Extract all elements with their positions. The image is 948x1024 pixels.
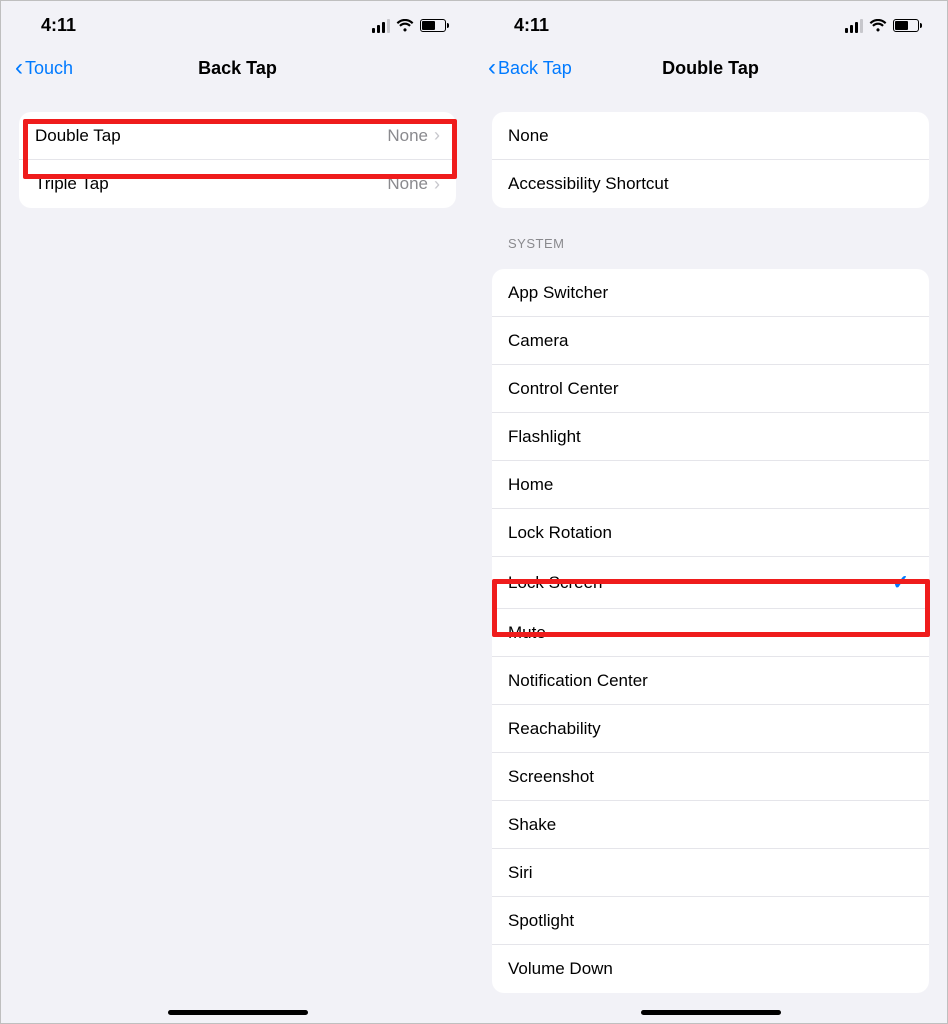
back-label: Touch (25, 58, 73, 79)
back-label: Back Tap (498, 58, 572, 79)
section-header-system: System (508, 236, 929, 251)
battery-icon (893, 19, 919, 32)
row-system-option[interactable]: App Switcher (492, 269, 929, 317)
status-bar: 4:11 (474, 1, 947, 44)
row-label: Spotlight (508, 911, 913, 931)
row-system-option[interactable]: Lock Rotation (492, 509, 929, 557)
row-system-option[interactable]: Screenshot (492, 753, 929, 801)
row-system-option[interactable]: Reachability (492, 705, 929, 753)
chevron-right-icon: › (434, 174, 440, 195)
row-label: Screenshot (508, 767, 913, 787)
row-system-option[interactable]: Home (492, 461, 929, 509)
row-label: Triple Tap (35, 174, 387, 194)
row-accessibility-shortcut[interactable]: Accessibility Shortcut (492, 160, 929, 208)
status-icons (372, 19, 446, 33)
row-label: Camera (508, 331, 913, 351)
status-time: 4:11 (514, 15, 549, 36)
top-group: None Accessibility Shortcut (492, 112, 929, 208)
cellular-icon (372, 19, 390, 33)
status-icons (845, 19, 919, 33)
back-button[interactable]: ‹ Back Tap (488, 56, 572, 80)
home-indicator[interactable] (168, 1010, 308, 1015)
row-label: Reachability (508, 719, 913, 739)
row-label: Home (508, 475, 913, 495)
chevron-right-icon: › (434, 125, 440, 146)
status-time: 4:11 (41, 15, 76, 36)
row-system-option[interactable]: Shake (492, 801, 929, 849)
row-system-option[interactable]: Flashlight (492, 413, 929, 461)
row-value: None (387, 174, 428, 194)
nav-bar: ‹ Touch Back Tap (1, 44, 474, 94)
status-bar: 4:11 (1, 1, 474, 44)
row-label: Shake (508, 815, 913, 835)
row-triple-tap[interactable]: Triple Tap None › (19, 160, 456, 208)
row-value: None (387, 126, 428, 146)
row-label: Siri (508, 863, 913, 883)
tap-options-group: Double Tap None › Triple Tap None › (19, 112, 456, 208)
checkmark-icon: ✓ (892, 570, 909, 595)
row-none[interactable]: None (492, 112, 929, 160)
row-system-option[interactable]: Notification Center (492, 657, 929, 705)
battery-icon (420, 19, 446, 32)
pane-back-tap: 4:11 ‹ Touch Back Tap Double Tap None › … (1, 1, 474, 1023)
row-system-option[interactable]: Volume Down (492, 945, 929, 993)
row-system-option[interactable]: Control Center (492, 365, 929, 413)
row-label: Accessibility Shortcut (508, 174, 913, 194)
row-label: Flashlight (508, 427, 913, 447)
row-system-option[interactable]: Spotlight (492, 897, 929, 945)
row-label: Volume Down (508, 959, 913, 979)
pane-double-tap: 4:11 ‹ Back Tap Double Tap None Accessib… (474, 1, 947, 1023)
row-label: Lock Screen (508, 573, 892, 593)
row-label: Notification Center (508, 671, 913, 691)
row-system-option[interactable]: Siri (492, 849, 929, 897)
back-button[interactable]: ‹ Touch (15, 56, 73, 80)
row-label: None (508, 126, 913, 146)
wifi-icon (869, 19, 887, 32)
row-label: Lock Rotation (508, 523, 913, 543)
chevron-left-icon: ‹ (488, 56, 496, 80)
row-system-option[interactable]: Mute (492, 609, 929, 657)
cellular-icon (845, 19, 863, 33)
row-label: Control Center (508, 379, 913, 399)
row-double-tap[interactable]: Double Tap None › (19, 112, 456, 160)
chevron-left-icon: ‹ (15, 56, 23, 80)
row-label: App Switcher (508, 283, 913, 303)
nav-bar: ‹ Back Tap Double Tap (474, 44, 947, 94)
row-system-option[interactable]: Camera (492, 317, 929, 365)
home-indicator[interactable] (641, 1010, 781, 1015)
row-label: Mute (508, 623, 913, 643)
row-system-option[interactable]: Lock Screen✓ (492, 557, 929, 609)
wifi-icon (396, 19, 414, 32)
row-label: Double Tap (35, 126, 387, 146)
system-group: App Switcher Camera Control Center Flashlig… (492, 269, 929, 993)
